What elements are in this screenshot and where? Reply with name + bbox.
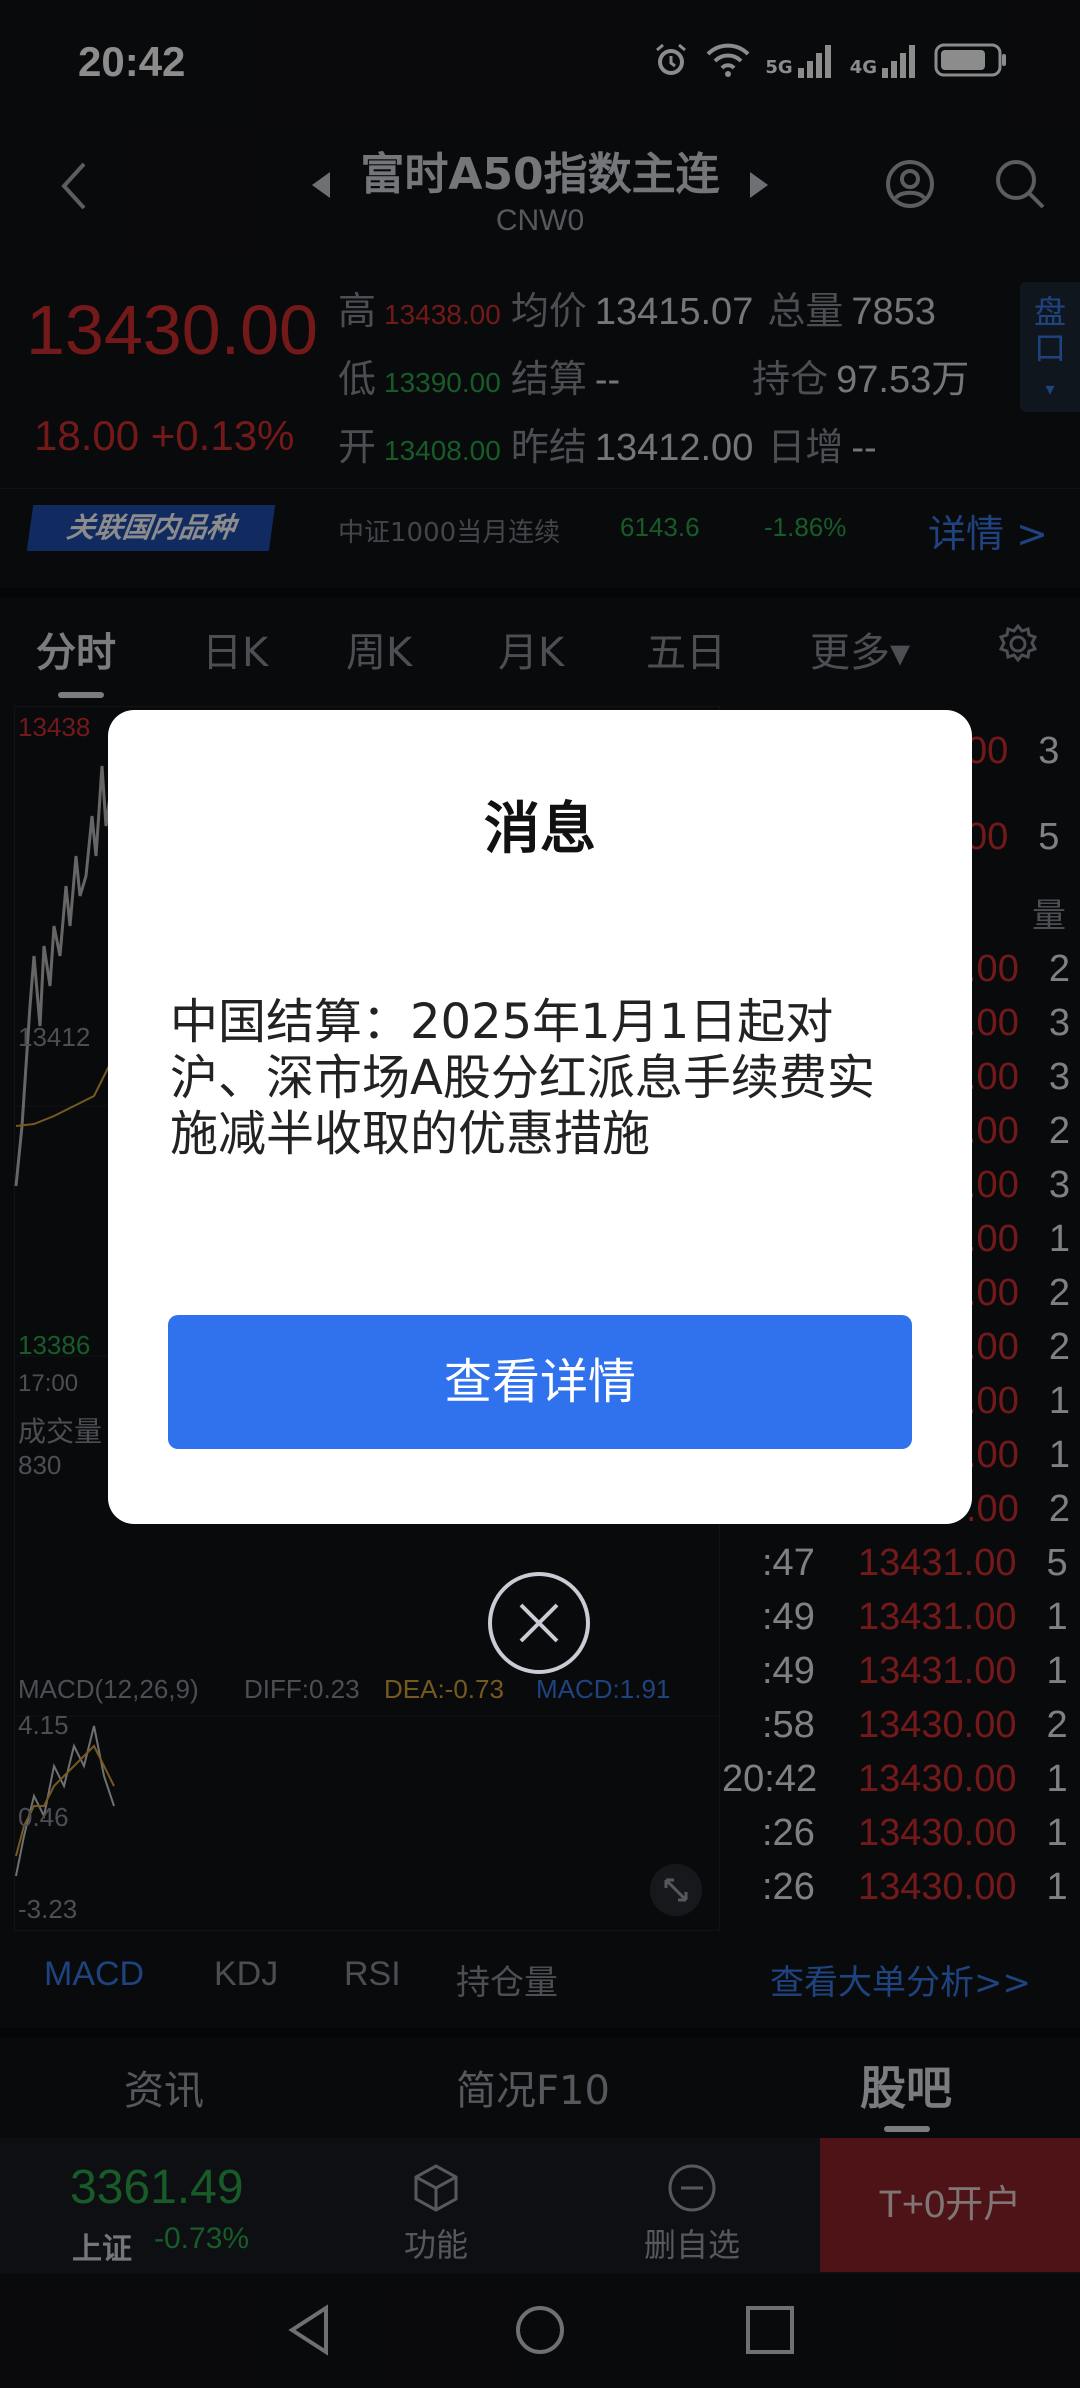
view-details-button[interactable]: 查看详情 xyxy=(168,1315,912,1449)
dialog-title: 消息 xyxy=(484,797,596,862)
dialog-message: 中国结算：2025年1月1日起对沪、深市场A股分红派息手续费实施减半收取的优惠措… xyxy=(170,994,875,1162)
close-icon[interactable] xyxy=(486,1570,592,1676)
message-dialog: 消息 中国结算：2025年1月1日起对沪、深市场A股分红派息手续费实施减半收取的… xyxy=(108,710,972,1524)
